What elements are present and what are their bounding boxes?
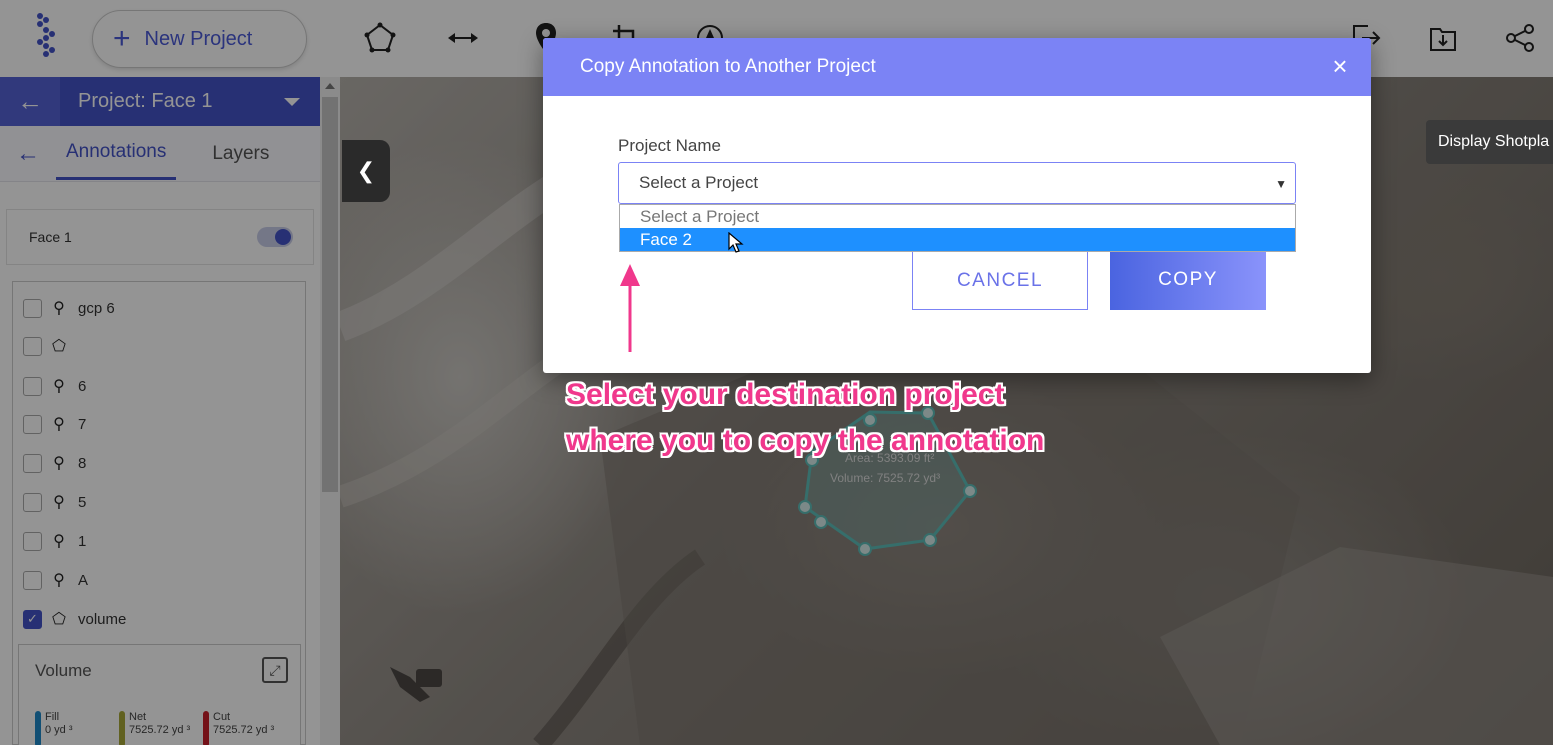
collapse-sidebar-button[interactable]: ❮ xyxy=(342,140,390,202)
project-dropdown-options: Select a Project Face 2 xyxy=(619,204,1296,252)
project-name-label: Project Name xyxy=(618,136,721,155)
chevron-left-icon: ❮ xyxy=(356,158,376,183)
cancel-button[interactable]: CANCEL xyxy=(912,251,1088,310)
close-icon[interactable]: × xyxy=(1327,53,1353,79)
copy-annotation-dialog: Copy Annotation to Another Project × Pro… xyxy=(543,38,1371,373)
dropdown-arrow-icon[interactable]: ▼ xyxy=(1275,177,1287,191)
callout-arrow-icon xyxy=(620,264,640,352)
callout-line-1: Select your destination project xyxy=(566,378,1005,411)
option-select-a-project[interactable]: Select a Project xyxy=(620,205,1295,228)
callout-line-2: where you to copy the annotation xyxy=(566,424,1045,457)
mouse-cursor-icon xyxy=(728,232,744,253)
shotplan-tooltip: Display Shotpla xyxy=(1426,120,1553,164)
project-select[interactable]: Select a Project ▼ xyxy=(618,162,1296,204)
dialog-title: Copy Annotation to Another Project xyxy=(580,56,876,77)
dialog-header: Copy Annotation to Another Project xyxy=(543,38,1371,96)
copy-button[interactable]: COPY xyxy=(1110,250,1266,310)
select-value: Select a Project xyxy=(639,173,759,192)
option-face-2[interactable]: Face 2 xyxy=(620,228,1295,251)
instruction-callout: Select your destination project where yo… xyxy=(566,372,1044,464)
